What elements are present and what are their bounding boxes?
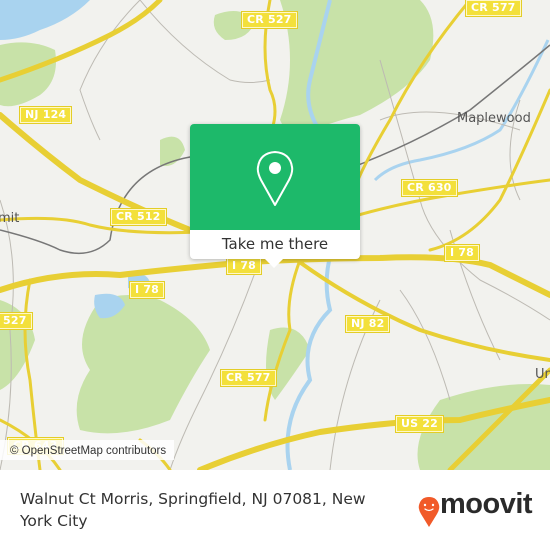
road-shield: US 22 [396, 416, 443, 432]
map-pin-icon [256, 151, 294, 206]
popup-pointer [265, 259, 283, 268]
place-label-maplewood: Maplewood [457, 111, 531, 126]
moovit-pin-smile-icon [418, 497, 440, 527]
road-shield: I 78 [227, 258, 262, 274]
road-shield: I 78 [130, 282, 165, 298]
moovit-wordmark: moovit [440, 488, 533, 520]
take-me-there-button[interactable]: Take me there [190, 230, 360, 259]
road-shield: CR 527 [242, 12, 297, 28]
lake [0, 0, 90, 40]
footer: Walnut Ct Morris, Springfield, NJ 07081,… [0, 470, 550, 550]
map-attribution[interactable]: © OpenStreetMap contributors [0, 440, 175, 460]
park-area [280, 0, 434, 140]
park-area [76, 295, 211, 434]
park-area [0, 42, 56, 107]
road-shield: CR 630 [402, 180, 457, 196]
destination-popup[interactable]: Take me there [190, 124, 360, 268]
road-shield: NJ 82 [346, 316, 390, 332]
road-shield: CR 512 [111, 209, 166, 225]
moovit-logo[interactable]: moovit [418, 488, 538, 530]
road-shield: CR 577 [221, 370, 276, 386]
road-shield: NJ 124 [20, 107, 72, 123]
address-text: Walnut Ct Morris, Springfield, NJ 07081,… [20, 490, 366, 530]
road-shield: CR 577 [466, 0, 521, 16]
place-label-union: Un [535, 367, 550, 382]
place-label-summit: mit [0, 211, 20, 226]
popup-header[interactable] [190, 124, 360, 230]
road-shield: 527 [0, 313, 32, 329]
road-shield: I 78 [445, 245, 480, 261]
